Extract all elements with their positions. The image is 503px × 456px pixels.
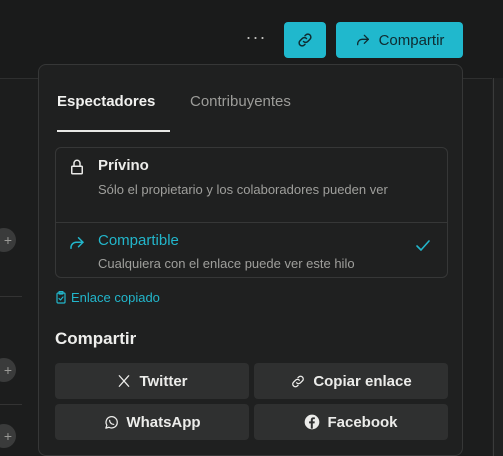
clipboard-check-icon [56,291,66,304]
divider [0,296,22,297]
share-whatsapp-label: WhatsApp [126,413,201,431]
whatsapp-icon [103,414,119,430]
share-arrow-icon [356,34,369,46]
share-popover: Espectadores Contribuyentes Prívino Sólo… [38,64,463,456]
checkmark-icon [416,240,430,251]
option-title: Compartible [98,232,179,249]
option-title: Prívino [98,157,149,174]
share-heading: Compartir [55,329,137,348]
share-button[interactable]: Compartir [336,22,463,58]
tab-contribuyentes[interactable]: Contribuyentes [190,93,291,124]
add-icon[interactable]: + [0,424,16,448]
link-copied-notice: Enlace copiado [55,290,160,305]
lock-icon [71,159,83,175]
share-whatsapp-button[interactable]: WhatsApp [55,404,249,440]
link-icon [298,33,312,47]
add-icon[interactable]: + [0,228,16,252]
visibility-options: Prívino Sólo el propietario y los colabo… [55,147,448,278]
copy-link-label: Copiar enlace [313,372,412,390]
share-facebook-button[interactable]: Facebook [254,404,448,440]
option-description: Cualquiera con el enlace puede ver este … [98,256,355,271]
active-tab-indicator [57,130,170,132]
share-arrow-icon [70,237,84,249]
share-twitter-label: Twitter [139,372,188,390]
divider [493,78,494,456]
share-button-label: Compartir [378,31,445,49]
copy-link-button[interactable]: Copiar enlace [254,363,448,399]
option-description: Sólo el propietario y los colaboradores … [98,182,388,197]
option-shareable[interactable]: Compartible Cualquiera con el enlace pue… [56,223,447,278]
option-private[interactable]: Prívino Sólo el propietario y los colabo… [56,148,447,223]
link-icon [290,373,306,389]
tab-espectadores[interactable]: Espectadores [57,93,155,124]
x-icon [116,373,132,389]
share-facebook-label: Facebook [327,413,398,431]
add-icon[interactable]: + [0,358,16,382]
share-twitter-button[interactable]: Twitter [55,363,249,399]
link-button[interactable] [284,22,326,58]
divider [0,404,22,405]
facebook-icon [304,414,320,430]
link-copied-text: Enlace copiado [71,290,160,305]
more-options-button[interactable]: ··· [244,28,268,50]
